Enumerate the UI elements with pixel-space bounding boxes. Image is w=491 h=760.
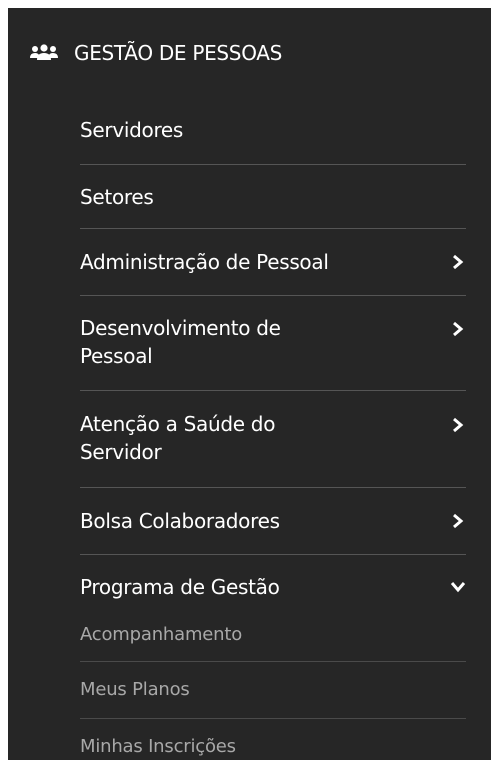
menu-item-bolsa-colaboradores[interactable]: Bolsa Colaboradores [80,488,466,555]
submenu-item-acompanhamento[interactable]: Acompanhamento [80,606,466,662]
menu-item-servidores[interactable]: Servidores [80,98,466,165]
menu-item-label: Administração de Pessoal [80,250,329,274]
menu-item-label-line2: Pessoal [80,344,153,368]
menu-item-atencao-a-saude-do-servidor[interactable]: Atenção a Saúde do Servidor [80,391,466,488]
chevron-right-icon [453,417,464,433]
submenu-item-minhas-inscricoes[interactable]: Minhas Inscrições [80,719,466,759]
menu-item-label: Programa de Gestão [80,575,280,599]
submenu-item-label: Minhas Inscrições [80,736,236,757]
submenu-item-label: Acompanhamento [80,624,243,645]
menu-item-programa-de-gestao[interactable]: Programa de Gestão [80,555,466,606]
chevron-right-icon [453,513,464,529]
menu-item-label-line1: Atenção a Saúde do [80,412,276,436]
menu-item-administracao-de-pessoal[interactable]: Administração de Pessoal [80,229,466,296]
menu-item-label: Bolsa Colaboradores [80,509,280,533]
users-icon [30,44,58,60]
sidebar-panel: GESTÃO DE PESSOAS Servidores Setores Adm… [8,8,491,760]
menu-item-label-line2: Servidor [80,440,162,464]
chevron-right-icon [453,321,464,337]
menu-item-label: Setores [80,185,154,209]
menu-item-setores[interactable]: Setores [80,165,466,229]
section-header-gestao-de-pessoas[interactable]: GESTÃO DE PESSOAS [8,8,491,98]
menu-item-label-line1: Desenvolvimento de [80,316,281,340]
submenu-item-meus-planos[interactable]: Meus Planos [80,662,466,719]
menu-item-label: Servidores [80,118,184,142]
submenu-item-label: Meus Planos [80,679,190,700]
menu-item-desenvolvimento-de-pessoal[interactable]: Desenvolvimento de Pessoal [80,296,466,391]
chevron-down-icon [450,582,466,593]
chevron-right-icon [453,254,464,270]
section-title: GESTÃO DE PESSOAS [74,41,283,65]
menu-list: Servidores Setores Administração de Pess… [80,98,466,759]
